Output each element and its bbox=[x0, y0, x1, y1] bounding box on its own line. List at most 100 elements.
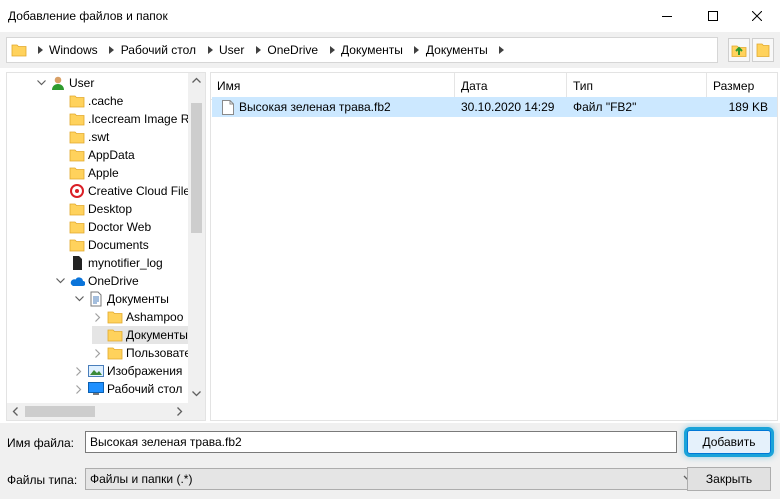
scroll-up-icon bbox=[192, 77, 201, 83]
tree-vscroll-thumb[interactable] bbox=[191, 103, 202, 233]
close-icon bbox=[752, 11, 762, 21]
breadcrumb-item[interactable]: User bbox=[219, 43, 248, 57]
tree-item-label: Изображения bbox=[107, 364, 183, 378]
filetype-select[interactable]: Файлы и папки (.*) bbox=[85, 468, 700, 490]
breadcrumb-separator-icon[interactable] bbox=[326, 45, 338, 55]
tree-item-label: .cache bbox=[88, 94, 124, 108]
chevron-down-icon[interactable] bbox=[35, 77, 47, 89]
filename-input[interactable]: Высокая зеленая трава.fb2 bbox=[85, 431, 677, 453]
chevron-right-icon[interactable] bbox=[92, 311, 104, 323]
column-header-name[interactable]: Имя bbox=[211, 73, 455, 99]
table-row[interactable]: Высокая зеленая трава.fb2 30.10.2020 14:… bbox=[212, 97, 777, 117]
tree-item[interactable]: Apple bbox=[54, 164, 119, 182]
column-header-size[interactable]: Размер bbox=[707, 73, 777, 99]
breadcrumb-item[interactable]: Рабочий стол bbox=[121, 43, 200, 57]
folder-icon bbox=[11, 42, 27, 58]
window-title: Добавление файлов и папок bbox=[8, 9, 168, 23]
tree-item-label: .Icecream Image Re bbox=[88, 112, 197, 126]
tree-horizontal-scrollbar[interactable] bbox=[7, 403, 205, 420]
tree-item[interactable]: mynotifier_log bbox=[54, 254, 163, 272]
tree-item-label: Desktop bbox=[88, 202, 133, 216]
breadcrumb-end-icon[interactable] bbox=[496, 45, 508, 55]
file-name: Высокая зеленая трава.fb2 bbox=[239, 100, 391, 114]
tree-item[interactable]: Doctor Web bbox=[54, 218, 151, 236]
tree-item-label: Документы bbox=[107, 292, 169, 306]
add-button-label: Добавить bbox=[702, 435, 756, 449]
tree-item[interactable]: Documents bbox=[54, 236, 149, 254]
address-bar[interactable]: Windows Рабочий стол User OneDrive Документы… bbox=[6, 37, 718, 63]
chevron-right-icon[interactable] bbox=[73, 383, 85, 395]
up-folder-button[interactable] bbox=[728, 38, 750, 62]
chevron-down-icon[interactable] bbox=[54, 275, 66, 287]
tree-item-label: Documents bbox=[88, 238, 149, 252]
tree-item[interactable]: .swt bbox=[54, 128, 109, 146]
tree-item[interactable]: Creative Cloud File bbox=[54, 182, 190, 200]
tree-item[interactable]: .cache bbox=[54, 92, 123, 110]
breadcrumb-item[interactable]: Документы bbox=[341, 43, 407, 57]
filetype-label: Файлы типа: bbox=[7, 473, 78, 487]
breadcrumb-separator-icon[interactable] bbox=[34, 45, 46, 55]
scroll-right-icon bbox=[177, 407, 183, 416]
close-button-label: Закрыть bbox=[705, 472, 753, 486]
tree-item-label: Рабочий стол bbox=[107, 382, 183, 396]
close-button[interactable]: Закрыть bbox=[687, 467, 771, 491]
tree-item[interactable]: Документы bbox=[92, 326, 188, 344]
scroll-left-icon bbox=[12, 407, 18, 416]
minimize-button[interactable] bbox=[644, 0, 690, 32]
up-folder-icon bbox=[731, 45, 747, 57]
folder-icon bbox=[107, 327, 123, 343]
new-folder-button[interactable] bbox=[752, 38, 774, 62]
folder-icon bbox=[69, 147, 85, 163]
chevron-right-icon[interactable] bbox=[73, 365, 85, 377]
file-list[interactable]: Имя Дата Тип Размер Высокая зеленая трав… bbox=[210, 72, 778, 421]
address-toolbar: Windows Рабочий стол User OneDrive Документы… bbox=[0, 32, 780, 68]
tree-item[interactable]: Рабочий стол bbox=[73, 380, 182, 398]
pictures-icon bbox=[88, 363, 104, 379]
tree-item[interactable]: Пользовате bbox=[92, 344, 191, 362]
tree-item[interactable]: Desktop bbox=[54, 200, 132, 218]
desktop-icon bbox=[88, 381, 104, 397]
folder-tree[interactable]: Рабочий стол Изображения Пользовате Докумен… bbox=[6, 72, 206, 421]
tree-item-label: AppData bbox=[88, 148, 135, 162]
chevron-down-icon[interactable] bbox=[73, 293, 85, 305]
tree-item-label: Пользовате bbox=[126, 346, 192, 360]
tree-item-label: Apple bbox=[88, 166, 119, 180]
chevron-right-icon[interactable] bbox=[92, 347, 104, 359]
tree-item[interactable]: Изображения bbox=[73, 362, 182, 380]
breadcrumb-separator-icon[interactable] bbox=[106, 45, 118, 55]
breadcrumb-item[interactable]: Windows bbox=[49, 43, 102, 57]
file-type: Файл "FB2" bbox=[573, 100, 637, 114]
filename-label: Имя файла: bbox=[7, 436, 74, 450]
add-button[interactable]: Добавить bbox=[687, 430, 771, 454]
breadcrumb-separator-icon[interactable] bbox=[204, 45, 216, 55]
tree-item[interactable]: AppData bbox=[54, 146, 135, 164]
breadcrumb-item[interactable]: Документы bbox=[426, 43, 492, 57]
tree-item[interactable]: OneDrive bbox=[54, 272, 139, 290]
tree-item[interactable]: User bbox=[35, 74, 94, 92]
tree-item[interactable]: Документы bbox=[73, 290, 169, 308]
column-header-type[interactable]: Тип bbox=[567, 73, 707, 99]
tree-item-label: mynotifier_log bbox=[88, 256, 163, 270]
tree-item[interactable]: .Icecream Image Re bbox=[54, 110, 196, 128]
tree-vertical-scrollbar[interactable] bbox=[188, 73, 205, 403]
column-label-date: Дата bbox=[461, 79, 488, 93]
close-window-button[interactable] bbox=[734, 0, 780, 32]
folder-icon bbox=[69, 219, 85, 235]
documents-icon bbox=[88, 291, 104, 307]
breadcrumb-separator-icon[interactable] bbox=[411, 45, 423, 55]
tree-item[interactable]: Ashampoo bbox=[92, 308, 183, 326]
file-icon bbox=[220, 99, 236, 115]
breadcrumb-item[interactable]: OneDrive bbox=[267, 43, 322, 57]
tree-hscroll-thumb[interactable] bbox=[25, 406, 95, 417]
column-header-date[interactable]: Дата bbox=[455, 73, 567, 99]
column-label-name: Имя bbox=[217, 79, 241, 93]
maximize-button[interactable] bbox=[690, 0, 736, 32]
breadcrumb-separator-icon[interactable] bbox=[252, 45, 264, 55]
